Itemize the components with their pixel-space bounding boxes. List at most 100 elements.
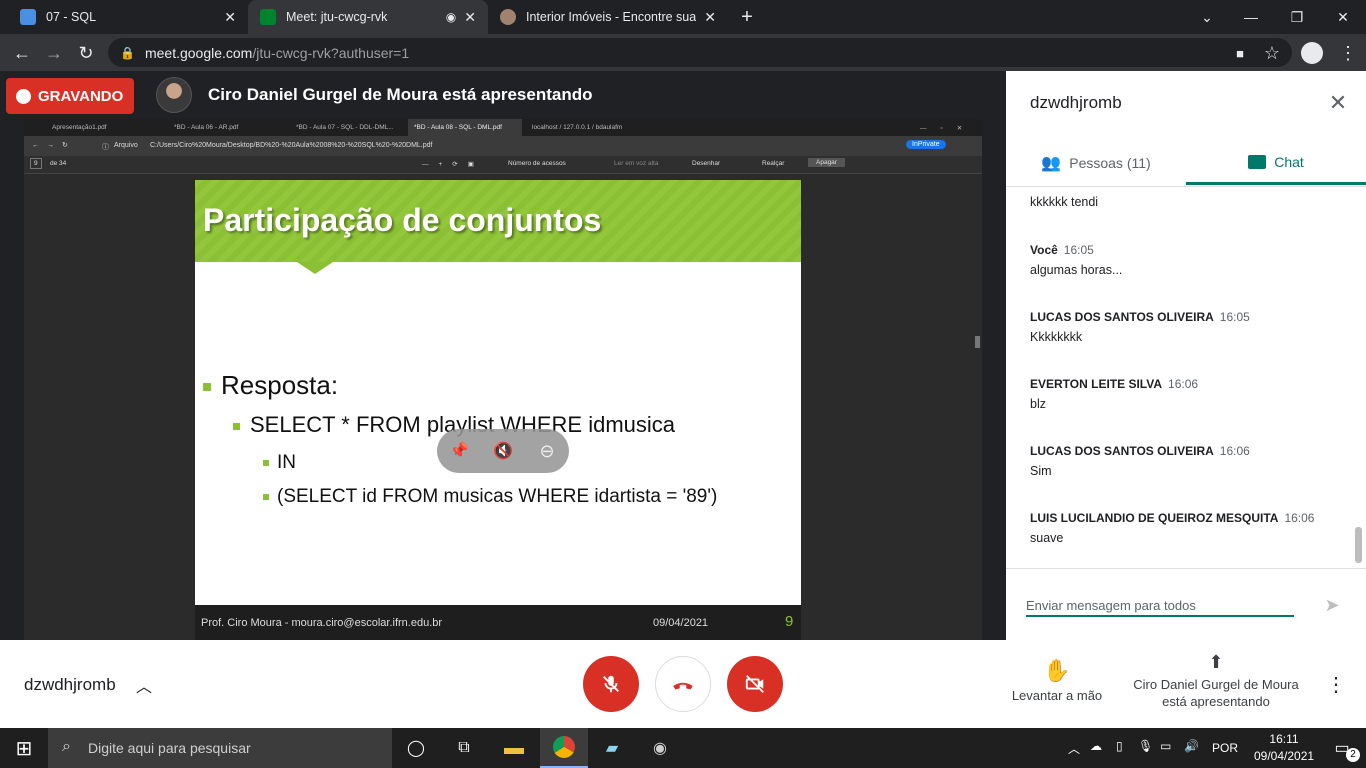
clock-time: 16:11 [1269, 732, 1299, 746]
pdf-page-current: 9 [30, 158, 42, 169]
chat-message: LUIS LUCILANDIO DE QUEIROZ MESQUITA 16:06… [1030, 511, 1350, 545]
edge-tab-label: *BD - Aula 08 - SQL - DML.pdf [414, 124, 502, 131]
minimize-icon[interactable]: — [1228, 0, 1274, 34]
edge-tab: localhost / 127.0.0.1 / bdaulafm [526, 119, 644, 136]
network-icon[interactable]: ▭ [1160, 739, 1171, 753]
message-time: 16:06 [1284, 511, 1315, 525]
tab-title: 07 - SQL [46, 10, 97, 24]
tray-expand-icon[interactable]: ︿ [1068, 740, 1080, 757]
microphone-icon[interactable]: 🎙 [1138, 739, 1153, 753]
tab-people[interactable]: 👥 Pessoas (11) [1006, 141, 1186, 185]
shared-screen: Apresentação1.pdf *BD - Aula 06 - AR.pdf… [24, 119, 982, 640]
camera-blocked-icon[interactable]: ■ [1226, 39, 1254, 67]
edge-address-bar: ←→↻ ⓘ Arquivo C:/Users/Ciro%20Moura/Desk… [24, 136, 982, 156]
address-bar[interactable]: 🔒 meet.google.com/jtu-cwcg-rvk?authuser=… [108, 38, 1292, 67]
chat-message: kkkkkk tendi [1030, 195, 1350, 209]
close-panel-icon[interactable]: ✕ [1324, 89, 1352, 117]
raise-hand-button[interactable]: ✋ Levantar a mão [1004, 658, 1110, 703]
tab-search-icon[interactable]: ⌄ [1184, 0, 1230, 34]
clock[interactable]: 16:11 09/04/2021 [1254, 731, 1314, 765]
language-indicator[interactable]: POR [1212, 741, 1238, 755]
hang-up-icon [673, 682, 693, 690]
pdf-tool-read-aloud: Ler em voz alta [614, 160, 659, 167]
browser-menu-icon[interactable]: ⋮ [1334, 39, 1362, 67]
edge-tab-label: *BD - Aula 06 - AR.pdf [174, 124, 239, 131]
edge-tab: Apresentação1.pdf [46, 119, 164, 136]
send-icon[interactable]: ➤ [1318, 591, 1346, 619]
bullet-text: Resposta: [221, 370, 339, 400]
message-text: kkkkkk tendi [1030, 195, 1099, 209]
url-host: meet.google.com [144, 44, 253, 61]
bullet-square-icon [263, 459, 269, 466]
notifications-icon[interactable]: ▭ 2 [1318, 728, 1366, 768]
close-window-icon[interactable]: ✕ [1320, 0, 1366, 34]
browser-tab-2[interactable]: Meet: jtu-cwcg-rvk ◉ ✕ [248, 0, 488, 34]
reload-icon[interactable]: ↻ [72, 39, 100, 67]
edge-tab-active: *BD - Aula 08 - SQL - DML.pdf [408, 119, 522, 136]
chevron-up-icon[interactable]: ︿ [136, 673, 152, 697]
presenting-button[interactable]: ⬆ Ciro Daniel Gurgel de Moura está apres… [1124, 652, 1308, 709]
chat-scrollbar[interactable] [1355, 527, 1362, 563]
browser-tab-1[interactable]: 07 - SQL ✕ [8, 0, 248, 34]
close-tab-icon[interactable]: ✕ [704, 9, 716, 26]
meet-stage: GRAVANDO Ciro Daniel Gurgel de Moura est… [0, 71, 1006, 640]
present-screen-icon: ⬆ [1208, 652, 1224, 672]
mute-audio-icon[interactable]: 🔇 [491, 439, 515, 463]
edge-tab-strip: Apresentação1.pdf *BD - Aula 06 - AR.pdf… [24, 119, 982, 136]
url-path: /jtu-cwcg-rvk?authuser=1 [252, 44, 410, 61]
windows-start-icon[interactable]: ⊞ [0, 728, 48, 768]
restore-icon[interactable]: ❐ [1274, 0, 1320, 34]
device-icon[interactable]: ▯ [1116, 739, 1123, 753]
remove-icon[interactable]: ⊖ [535, 439, 559, 463]
lock-icon: 🔒 [120, 45, 135, 60]
bullet-square-icon [263, 493, 269, 500]
task-view-icon[interactable]: ⧉ [440, 728, 488, 768]
people-icon: 👥 [1041, 155, 1062, 172]
pin-icon[interactable]: 📌 [447, 439, 471, 463]
chat-messages: kkkkkk tendi Você 16:05 algumas horas... … [1006, 186, 1366, 566]
presentation-controls-pill: 📌 🔇 ⊖ [437, 429, 569, 473]
microphone-toggle-button[interactable] [583, 656, 639, 712]
profile-avatar-icon[interactable] [1298, 39, 1326, 67]
close-tab-icon[interactable]: ✕ [464, 9, 476, 26]
meeting-controls-bar: dzwdhjromb ︿ ✋ Levantar a mão ⬆ Ciro Dan… [0, 640, 1366, 728]
chat-message-input[interactable] [1026, 595, 1294, 617]
more-options-icon[interactable]: ⋮ [1326, 670, 1346, 698]
edge-tab-label: *BD - Aula 07 - SQL - DDL-DML... [296, 124, 394, 131]
pdf-zoom-icons: —+⟳▣ [422, 161, 484, 168]
edge-address-url: C:/Users/Ciro%20Moura/Desktop/BD%20-%20A… [150, 142, 433, 149]
slide-bullet-level3: (SELECT id FROM musicas WHERE idartista … [263, 486, 717, 508]
browser-tab-3[interactable]: Interior Imóveis - Encontre sua ca ✕ [488, 0, 728, 34]
bookmark-star-icon[interactable]: ☆ [1258, 39, 1286, 67]
meeting-code-label[interactable]: dzwdhjromb [24, 675, 116, 695]
slide-footer-date: 09/04/2021 [653, 617, 709, 629]
forward-icon[interactable]: → [40, 39, 68, 67]
recording-badge: GRAVANDO [6, 78, 134, 114]
edge-tab-label: localhost / 127.0.0.1 / bdaulafm [532, 124, 623, 131]
file-explorer-icon[interactable]: ▬ [490, 728, 538, 768]
message-text: Sim [1030, 464, 1052, 478]
message-sender: Você [1030, 243, 1058, 257]
new-tab-icon[interactable]: + [732, 0, 762, 34]
leave-call-button[interactable] [655, 656, 711, 712]
taskbar-search[interactable]: ⌕ Digite aqui para pesquisar [48, 728, 392, 768]
back-icon[interactable]: ← [8, 39, 36, 67]
message-text: Kkkkkkkk [1030, 330, 1083, 344]
pdf-page-total: de 34 [50, 160, 67, 167]
cortana-icon[interactable]: ◯ [392, 728, 440, 768]
tab-chat[interactable]: Chat [1186, 141, 1366, 185]
message-time: 16:05 [1219, 310, 1250, 324]
pdf-scroll-thumb [975, 336, 980, 348]
edge-tab: *BD - Aula 07 - SQL - DDL-DML... [290, 119, 408, 136]
camera-toggle-button[interactable] [727, 656, 783, 712]
browser-tab-strip: 07 - SQL ✕ Meet: jtu-cwcg-rvk ◉ ✕ Interi… [0, 0, 1366, 34]
volume-icon[interactable]: 🔊 [1184, 739, 1199, 753]
chrome-icon[interactable] [540, 728, 588, 768]
cloud-icon[interactable]: ☁ [1090, 739, 1102, 753]
slide-header-notch [297, 262, 333, 274]
steam-icon[interactable]: ◉ [636, 728, 684, 768]
edge-tab-label: Apresentação1.pdf [52, 124, 107, 131]
close-tab-icon[interactable]: ✕ [224, 9, 236, 26]
tab-title: Interior Imóveis - Encontre sua ca [526, 10, 697, 24]
app-icon[interactable]: ▰ [588, 728, 636, 768]
